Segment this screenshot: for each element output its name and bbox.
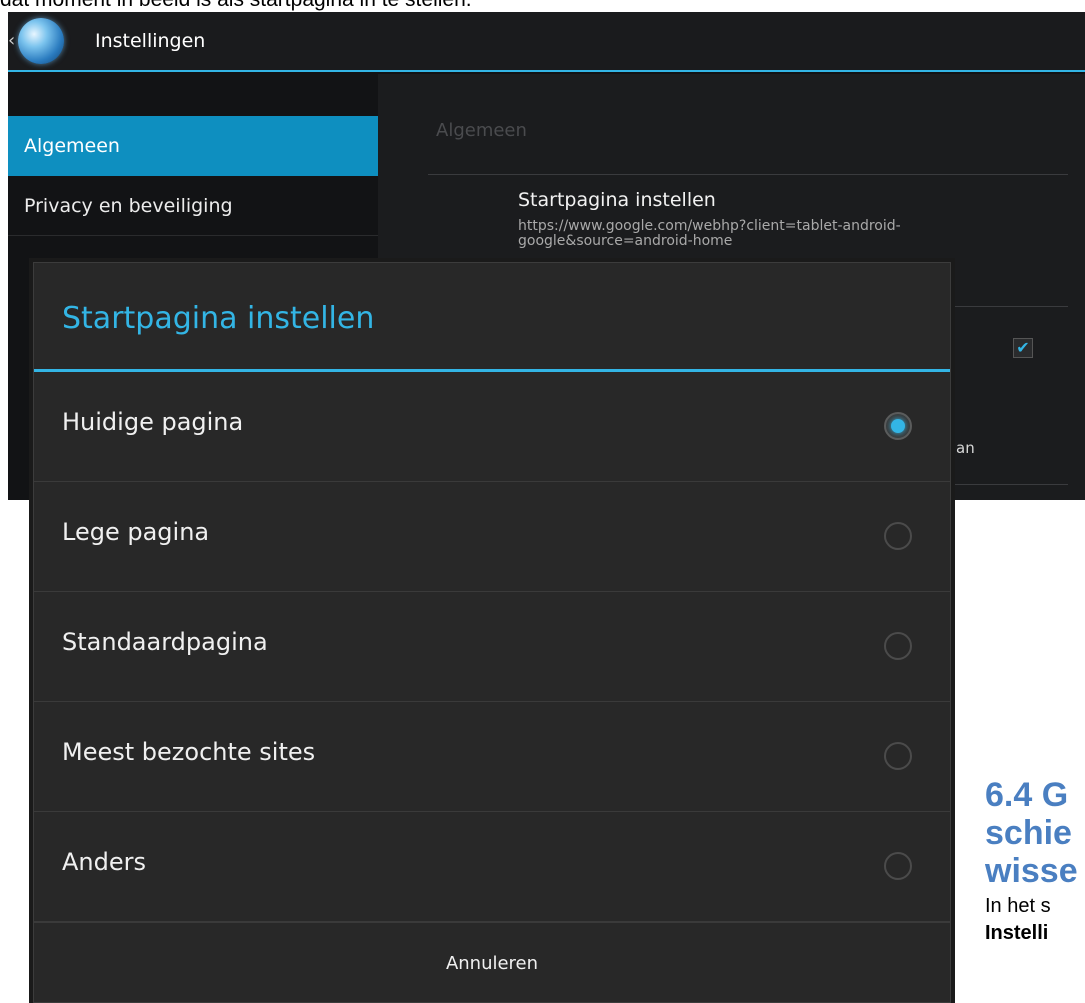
dialog-title: Startpagina instellen bbox=[62, 301, 375, 336]
radio-unchecked-icon[interactable] bbox=[884, 522, 912, 550]
option-huidige-pagina[interactable]: Huidige pagina bbox=[34, 372, 950, 482]
document-heading: 6.4 G schie wisse bbox=[985, 776, 1085, 890]
checkbox-checked-icon[interactable]: ✔ bbox=[1013, 338, 1033, 358]
startpage-dialog: Startpagina instellen Huidige pagina Leg… bbox=[33, 262, 951, 1003]
radio-unchecked-icon[interactable] bbox=[884, 852, 912, 880]
dialog-button-bar: Annuleren bbox=[34, 922, 950, 1003]
option-meest-bezochte-sites[interactable]: Meest bezochte sites bbox=[34, 702, 950, 812]
option-label: Meest bezochte sites bbox=[62, 738, 316, 766]
radio-unchecked-icon[interactable] bbox=[884, 632, 912, 660]
preference-title[interactable]: Startpagina instellen bbox=[518, 189, 716, 211]
radio-unchecked-icon[interactable] bbox=[884, 742, 912, 770]
option-label: Standaardpagina bbox=[62, 628, 268, 656]
document-top-text: dat moment in beeld is als startpagina i… bbox=[0, 0, 1085, 12]
option-label: Anders bbox=[62, 848, 146, 876]
document-paragraph-bold: Instelli bbox=[985, 922, 1049, 944]
sidebar-item-privacy[interactable]: Privacy en beveiliging bbox=[8, 176, 378, 236]
divider bbox=[428, 174, 1068, 175]
document-heading-line: schie bbox=[985, 814, 1072, 852]
document-heading-line: 6.4 G bbox=[985, 776, 1069, 814]
sidebar-item-algemeen[interactable]: Algemeen bbox=[8, 116, 378, 176]
option-standaardpagina[interactable]: Standaardpagina bbox=[34, 592, 950, 702]
cancel-button[interactable]: Annuleren bbox=[34, 923, 950, 1003]
preference-partial-text: an bbox=[956, 439, 975, 457]
action-bar-title: Instellingen bbox=[95, 30, 206, 52]
document-paragraph-line: In het s bbox=[985, 895, 1051, 917]
document-paragraph: In het s Instelli bbox=[985, 893, 1085, 947]
option-label: Huidige pagina bbox=[62, 408, 244, 436]
option-lege-pagina[interactable]: Lege pagina bbox=[34, 482, 950, 592]
document-heading-line: wisse bbox=[985, 852, 1078, 890]
section-header: Algemeen bbox=[436, 120, 527, 141]
action-bar: ‹ Instellingen bbox=[8, 12, 1085, 72]
globe-icon[interactable] bbox=[18, 18, 64, 64]
back-chevron-icon[interactable]: ‹ bbox=[8, 30, 15, 51]
radio-checked-icon[interactable] bbox=[884, 412, 912, 440]
option-label: Lege pagina bbox=[62, 518, 210, 546]
option-anders[interactable]: Anders bbox=[34, 812, 950, 922]
preference-summary: https://www.google.com/webhp?client=tabl… bbox=[518, 218, 901, 249]
